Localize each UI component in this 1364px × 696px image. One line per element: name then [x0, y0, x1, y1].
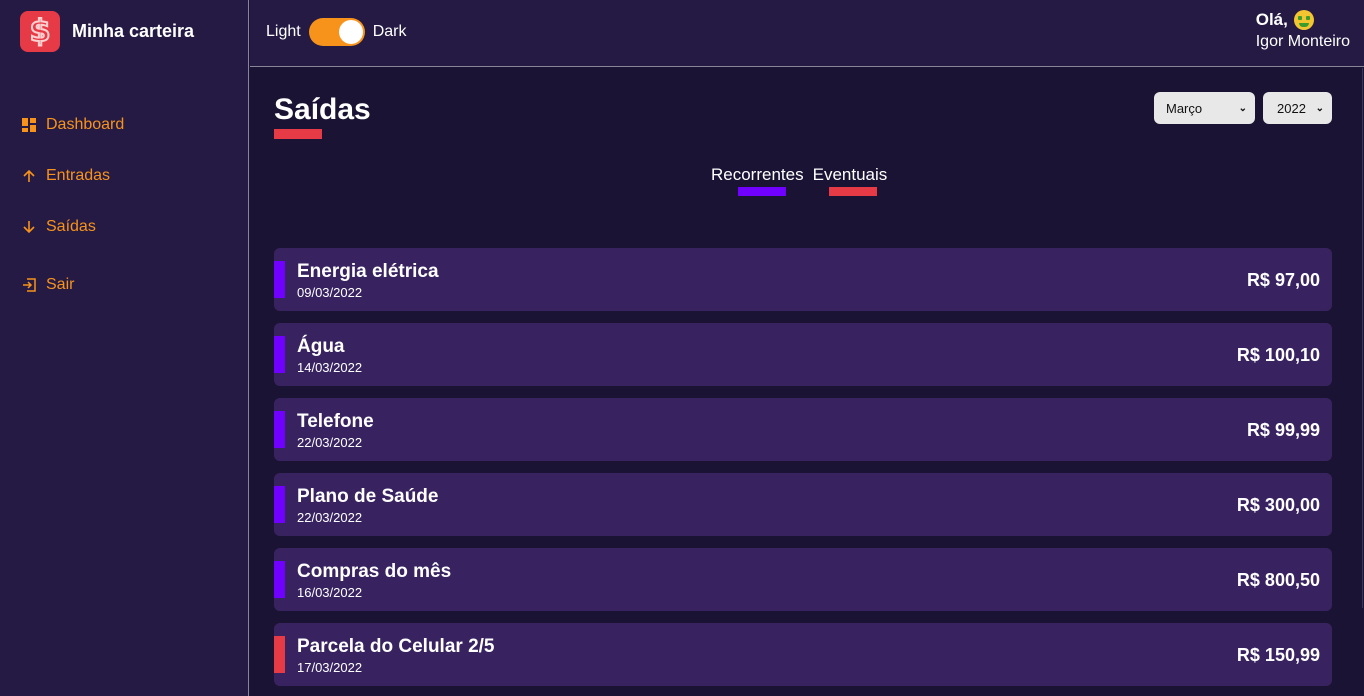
top-header: Light Dark Olá, Igor Monteiro — [250, 0, 1364, 67]
frequency-tag — [274, 261, 285, 298]
brand-name: Minha carteira — [72, 21, 195, 41]
frequency-tag — [274, 411, 285, 448]
item-amount: R$ 100,10 — [1236, 345, 1320, 365]
user-profile: Olá, Igor Monteiro — [1256, 10, 1350, 51]
chevron-down-icon: ⌄ — [1315, 102, 1324, 114]
sidebar-item-entradas[interactable]: Entradas — [21, 163, 110, 189]
page-title: Saídas — [274, 93, 371, 126]
switch-knob — [338, 20, 363, 44]
frequency-tag — [274, 486, 285, 523]
year-select-value: 2022 — [1277, 100, 1306, 116]
sidebar-item-label: Entradas — [46, 167, 111, 184]
arrow-down-icon — [21, 219, 37, 235]
frequency-tag — [274, 336, 285, 373]
item-amount: R$ 300,00 — [1236, 495, 1320, 515]
item-amount: R$ 99,99 — [1246, 420, 1320, 440]
sidebar-item-dashboard[interactable]: Dashboard — [21, 112, 124, 138]
title-underline — [274, 129, 322, 139]
expense-list: Energia elétrica 09/03/2022 R$ 97,00 Águ… — [274, 248, 1332, 696]
item-date: 22/03/2022 — [297, 435, 363, 450]
item-date: 09/03/2022 — [297, 285, 363, 300]
item-date: 14/03/2022 — [297, 360, 363, 375]
list-item[interactable]: Telefone 22/03/2022 R$ 99,99 — [274, 398, 1332, 461]
sidebar-item-sair[interactable]: Sair — [21, 272, 74, 298]
tab-indicator — [738, 187, 786, 196]
greeting: Olá, — [1256, 10, 1350, 30]
theme-switch[interactable] — [308, 18, 365, 46]
list-item[interactable]: Energia elétrica 09/03/2022 R$ 97,00 — [274, 248, 1332, 311]
logout-icon — [21, 277, 37, 293]
year-select[interactable]: 2022 ⌄ — [1263, 92, 1332, 124]
list-item[interactable]: Plano de Saúde 22/03/2022 R$ 300,00 — [274, 473, 1332, 536]
sidebar-item-label: Saídas — [46, 218, 96, 235]
month-select[interactable]: Março ⌄ — [1154, 92, 1255, 124]
item-date: 17/03/2022 — [297, 660, 363, 675]
theme-dark-label: Dark — [372, 23, 407, 40]
tab-label: Recorrentes — [711, 165, 804, 184]
item-amount: R$ 150,99 — [1236, 645, 1320, 665]
filters: Março ⌄ 2022 ⌄ — [1154, 92, 1332, 124]
money-mouth-face-icon — [1293, 10, 1314, 30]
user-name: Igor Monteiro — [1255, 33, 1350, 50]
list-item[interactable]: Água 14/03/2022 R$ 100,10 — [274, 323, 1332, 386]
tab-indicator — [828, 187, 877, 196]
sidebar-item-saidas[interactable]: Saídas — [21, 214, 96, 240]
list-item[interactable]: Compras do mês 16/03/2022 R$ 800,50 — [274, 548, 1332, 611]
frequency-tag — [274, 561, 285, 598]
chevron-down-icon: ⌄ — [1238, 102, 1247, 114]
dashboard-icon — [21, 117, 37, 133]
item-title: Água — [297, 336, 345, 357]
tab-label: Eventuais — [812, 165, 888, 184]
frequency-tag — [274, 636, 285, 673]
item-title: Compras do mês — [297, 561, 452, 582]
tab-recorrentes[interactable]: Recorrentes — [711, 165, 804, 196]
theme-light-label: Light — [266, 23, 301, 40]
item-amount: R$ 97,00 — [1246, 270, 1320, 290]
sidebar-menu: Dashboard Entradas Saídas Sair — [21, 112, 124, 293]
greeting-text: Olá, — [1255, 10, 1288, 29]
sidebar-item-label: Dashboard — [46, 116, 125, 133]
item-title: Plano de Saúde — [297, 486, 439, 507]
sidebar: $ Minha carteira Dashboard Entradas Saíd… — [0, 0, 249, 696]
item-date: 16/03/2022 — [297, 585, 363, 600]
sidebar-item-label: Sair — [46, 276, 75, 293]
item-title: Energia elétrica — [297, 261, 439, 282]
frequency-tabs: Recorrentes Eventuais — [711, 165, 888, 196]
scrollbar-thumb[interactable] — [1357, 68, 1363, 608]
list-item[interactable]: Parcela do Celular 2/5 17/03/2022 R$ 150… — [274, 623, 1332, 686]
main-content: Saídas Março ⌄ 2022 ⌄ Recorrentes Eventu… — [250, 68, 1356, 696]
month-select-value: Março — [1166, 100, 1203, 116]
item-date: 22/03/2022 — [297, 510, 363, 525]
arrow-up-icon — [21, 168, 37, 184]
tab-eventuais[interactable]: Eventuais — [812, 165, 888, 196]
brand[interactable]: $ Minha carteira — [20, 11, 194, 52]
item-title: Parcela do Celular 2/5 — [297, 636, 495, 657]
item-amount: R$ 800,50 — [1236, 570, 1320, 590]
dollar-logo-icon: $ — [20, 11, 60, 52]
theme-toggle: Light Dark — [266, 18, 406, 46]
item-title: Telefone — [297, 411, 374, 432]
